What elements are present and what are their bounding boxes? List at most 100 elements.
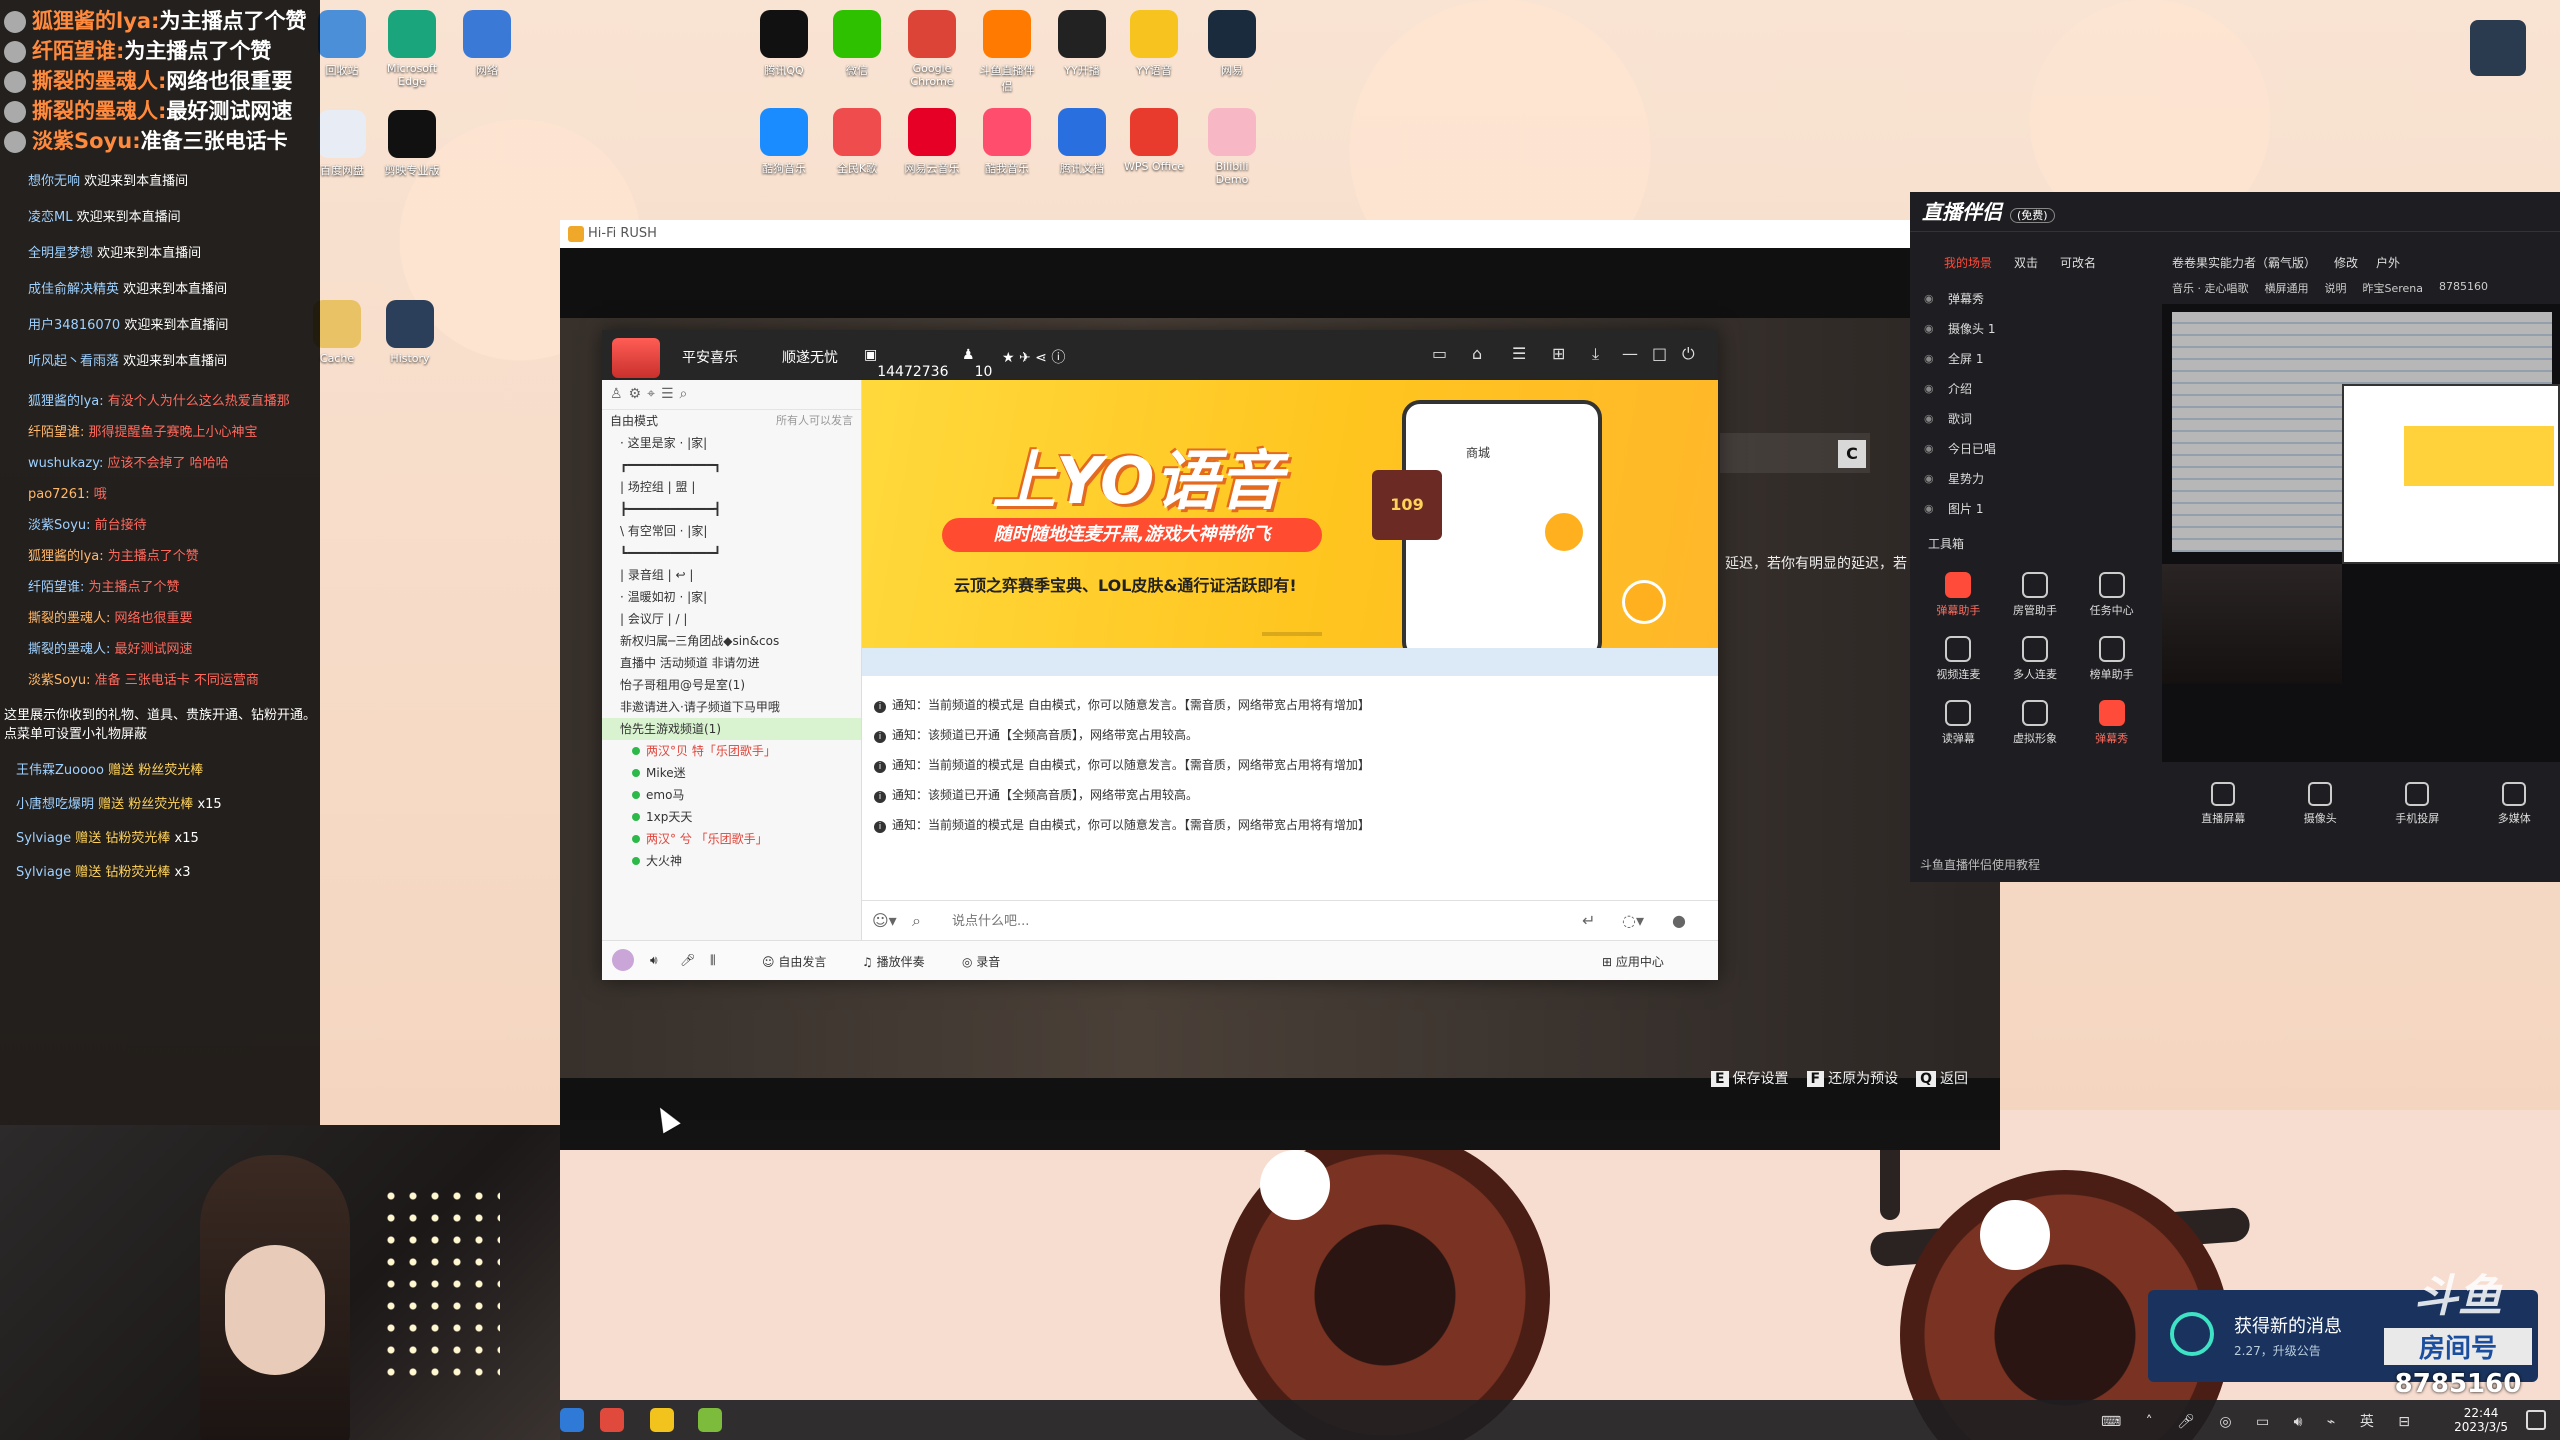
channel-tree-item[interactable]: 两汉° 兮 「乐团歌手」 — [602, 828, 861, 850]
scene-tab[interactable]: 双击 — [2014, 254, 2038, 271]
chat-input[interactable] — [952, 909, 1552, 933]
mic-red-icon[interactable]: ● — [1672, 911, 1686, 930]
banner-pager[interactable] — [1262, 632, 1322, 636]
desktop-shortcut-capcut[interactable]: 剪映专业版 — [380, 110, 444, 178]
channel-tree-item[interactable]: 直播中 活动频道 非请勿进 — [602, 652, 861, 674]
maximize-icon[interactable]: □ — [1652, 344, 1667, 363]
desktop-shortcut-netease[interactable]: 网易云音乐 — [900, 108, 964, 176]
toolbox-item[interactable]: 读弹幕 — [1920, 700, 1997, 746]
source-tool[interactable]: 多媒体 — [2498, 782, 2531, 826]
desktop-shortcut-yy-open[interactable]: YY开播 — [1050, 10, 1114, 78]
desktop-shortcut-kugou[interactable]: 酷狗音乐 — [752, 108, 816, 176]
taskbar-yy-icon[interactable] — [650, 1408, 674, 1432]
download-icon[interactable]: ⤓ — [1592, 344, 1599, 364]
promo-banner[interactable]: 上YO语音 随时随地连麦开黑,游戏大神带你飞 云顶之弈赛季宝典、LOL皮肤&通行… — [862, 380, 1718, 648]
channel-tree-item[interactable]: 怡子哥租用@号是室(1) — [602, 674, 861, 696]
source-tool[interactable]: 摄像头 — [2304, 782, 2337, 826]
toolbox-item[interactable]: 弹幕秀 — [2073, 700, 2150, 746]
scene-item[interactable]: 弹幕秀 — [1920, 284, 2150, 314]
scene-item[interactable]: 介绍 — [1920, 374, 2150, 404]
source-tool[interactable]: 手机投屏 — [2395, 782, 2439, 826]
stream-preview[interactable] — [2162, 304, 2560, 762]
desktop-shortcut-douyu[interactable]: 斗鱼直播伴侣 — [975, 10, 1039, 94]
scene-item[interactable]: 星势力 — [1920, 464, 2150, 494]
desktop-shortcut-file[interactable]: History — [378, 300, 442, 365]
taskbar-app-icon[interactable] — [698, 1408, 722, 1432]
record-button[interactable]: ◎ 录音 — [962, 953, 1000, 970]
channel-tree-item[interactable]: emo马 — [602, 784, 861, 806]
list-icon[interactable]: ☰ — [1512, 344, 1526, 363]
channel-tree-item[interactable]: 怡先生游戏频道(1) — [602, 718, 861, 740]
desktop-shortcut-kuwo[interactable]: 酷我音乐 — [975, 108, 1039, 176]
edit-button[interactable]: 修改 — [2334, 254, 2358, 271]
channel-avatar[interactable] — [612, 338, 660, 378]
user-avatar[interactable] — [612, 949, 634, 971]
minimize-icon[interactable]: — — [1622, 344, 1638, 363]
taskbar-app-icon[interactable] — [600, 1408, 624, 1432]
channel-tree-item[interactable]: ┗━━━━━━━━━━━━┛ — [602, 542, 861, 564]
scene-item[interactable]: 摄像头 1 — [1920, 314, 2150, 344]
channel-tree-item[interactable]: · 温暖如初 · |家| — [602, 586, 861, 608]
channel-actions-icons[interactable]: ★ ✈ ⋖ ⓘ — [1002, 347, 1065, 367]
desktop-shortcut-docs[interactable]: 腾讯文档 — [1050, 108, 1114, 176]
channel-tree-item[interactable]: ┣━━━━━━━━━━━━┫ — [602, 498, 861, 520]
save-settings-option[interactable]: E 保存设置 — [1710, 1068, 1789, 1088]
channel-tree-item[interactable]: ┏━━━━━━━━━━━━┓ — [602, 454, 861, 476]
channel-tree-item[interactable]: | 场控组 | 盟 | — [602, 476, 861, 498]
scene-tab[interactable]: 我的场景 — [1944, 254, 1992, 271]
yy-voice-window[interactable]: 平安喜乐 顺遂无忧 ▣ 14472736 ♟ 10 ★ ✈ ⋖ ⓘ ▭ ⌂ ☰ … — [602, 330, 1718, 980]
channel-tree-item[interactable]: 1xp天天 — [602, 806, 861, 828]
image-icon[interactable]: ⌕ — [912, 911, 921, 931]
desktop-shortcut-qq[interactable]: 腾讯QQ — [752, 10, 816, 78]
tutorial-link[interactable]: 斗鱼直播伴侣使用教程 — [1920, 856, 2040, 873]
scene-item[interactable]: 今日已唱 — [1920, 434, 2150, 464]
toolbox-item[interactable]: 弹幕助手 — [1920, 572, 1997, 618]
toolbox-item[interactable]: 榜单助手 — [2073, 636, 2150, 682]
mixer-icon[interactable]: ⫼ — [710, 953, 716, 968]
toolbox-item[interactable]: 房管助手 — [1997, 572, 2074, 618]
toolbox-item[interactable]: 任务中心 — [2073, 572, 2150, 618]
play-accompaniment-button[interactable]: ♫ 播放伴奏 — [862, 953, 925, 970]
notification-center-icon[interactable] — [2526, 1410, 2546, 1430]
system-tray-icons[interactable]: ⌨ ˄ 🎤︎ ◎ ▭ 🔊︎ ⌁ 英 ⊟ — [2101, 1411, 2420, 1431]
desktop-shortcut-app[interactable]: 网易 — [1200, 10, 1264, 78]
send-icon[interactable]: ↵ — [1582, 911, 1595, 930]
channel-tree-item[interactable]: 新权归属─三角团战◆sin&cos — [602, 630, 861, 652]
game-titlebar[interactable]: Hi-Fi RUSH — [560, 220, 2000, 248]
channel-tree-item[interactable]: \ 有空常回 · |家| — [602, 520, 861, 542]
app-center-button[interactable]: ⊞ 应用中心 — [1602, 953, 1664, 970]
channel-tree-item[interactable]: Mike迷 — [602, 762, 861, 784]
desktop-shortcut-ksong[interactable]: 全民K歌 — [825, 108, 889, 176]
channel-tree-item[interactable]: · 这里是家 · |家| — [602, 432, 861, 454]
toolbox-item[interactable]: 虚拟形象 — [1997, 700, 2074, 746]
speaker-icon[interactable]: 🔊︎ — [650, 953, 658, 968]
emoji-icon[interactable]: ☺▾ — [872, 911, 897, 930]
scene-tab[interactable]: 可改名 — [2060, 254, 2096, 271]
channel-tree-item[interactable]: | 录音组 | ↩ | — [602, 564, 861, 586]
home-icon[interactable]: ⌂ — [1472, 344, 1482, 363]
desktop-shortcut-wechat[interactable]: 微信 — [825, 10, 889, 78]
scene-item[interactable]: 全屏 1 — [1920, 344, 2150, 374]
scene-item[interactable]: 歌词 — [1920, 404, 2150, 434]
gamepad-icon[interactable]: ⊞ — [1552, 344, 1565, 363]
clock[interactable]: 22:44 2023/3/5 — [2454, 1406, 2508, 1434]
tree-tool-icons[interactable]: ♙⚙⌖☰⌕ — [602, 380, 861, 410]
toolbox-item[interactable]: 多人连麦 — [1997, 636, 2074, 682]
desktop-shortcut-bili[interactable]: Bilibili Demo — [1200, 108, 1264, 186]
source-tool[interactable]: 直播屏幕 — [2201, 782, 2245, 826]
desktop-shortcut-chrome[interactable]: Google Chrome — [900, 10, 964, 88]
channel-tree-item[interactable]: 两汉°贝 特「乐团歌手」 — [602, 740, 861, 762]
desktop-shortcut-edge[interactable]: Microsoft Edge — [380, 10, 444, 88]
back-option[interactable]: Q 返回 — [1916, 1068, 1968, 1088]
desktop-shortcut-network[interactable]: 网络 — [455, 10, 519, 78]
taskbar-app-icon[interactable] — [560, 1408, 584, 1432]
power-icon[interactable]: ⏻ — [1682, 344, 1695, 364]
bubble-icon[interactable]: ◌▾ — [1622, 911, 1644, 930]
channel-tree-item[interactable]: 非邀请进入·请子频道下马甲哦 — [602, 696, 861, 718]
channel-tree-item[interactable]: | 会议厅 | / | — [602, 608, 861, 630]
desktop-shortcut-wps[interactable]: WPS Office — [1122, 108, 1186, 173]
mic-icon[interactable]: 🎤︎ — [680, 953, 695, 967]
toolbox-item[interactable]: 视频连麦 — [1920, 636, 1997, 682]
restore-preset-option[interactable]: F 还原为预设 — [1806, 1068, 1898, 1088]
scene-item[interactable]: 图片 1 — [1920, 494, 2150, 524]
